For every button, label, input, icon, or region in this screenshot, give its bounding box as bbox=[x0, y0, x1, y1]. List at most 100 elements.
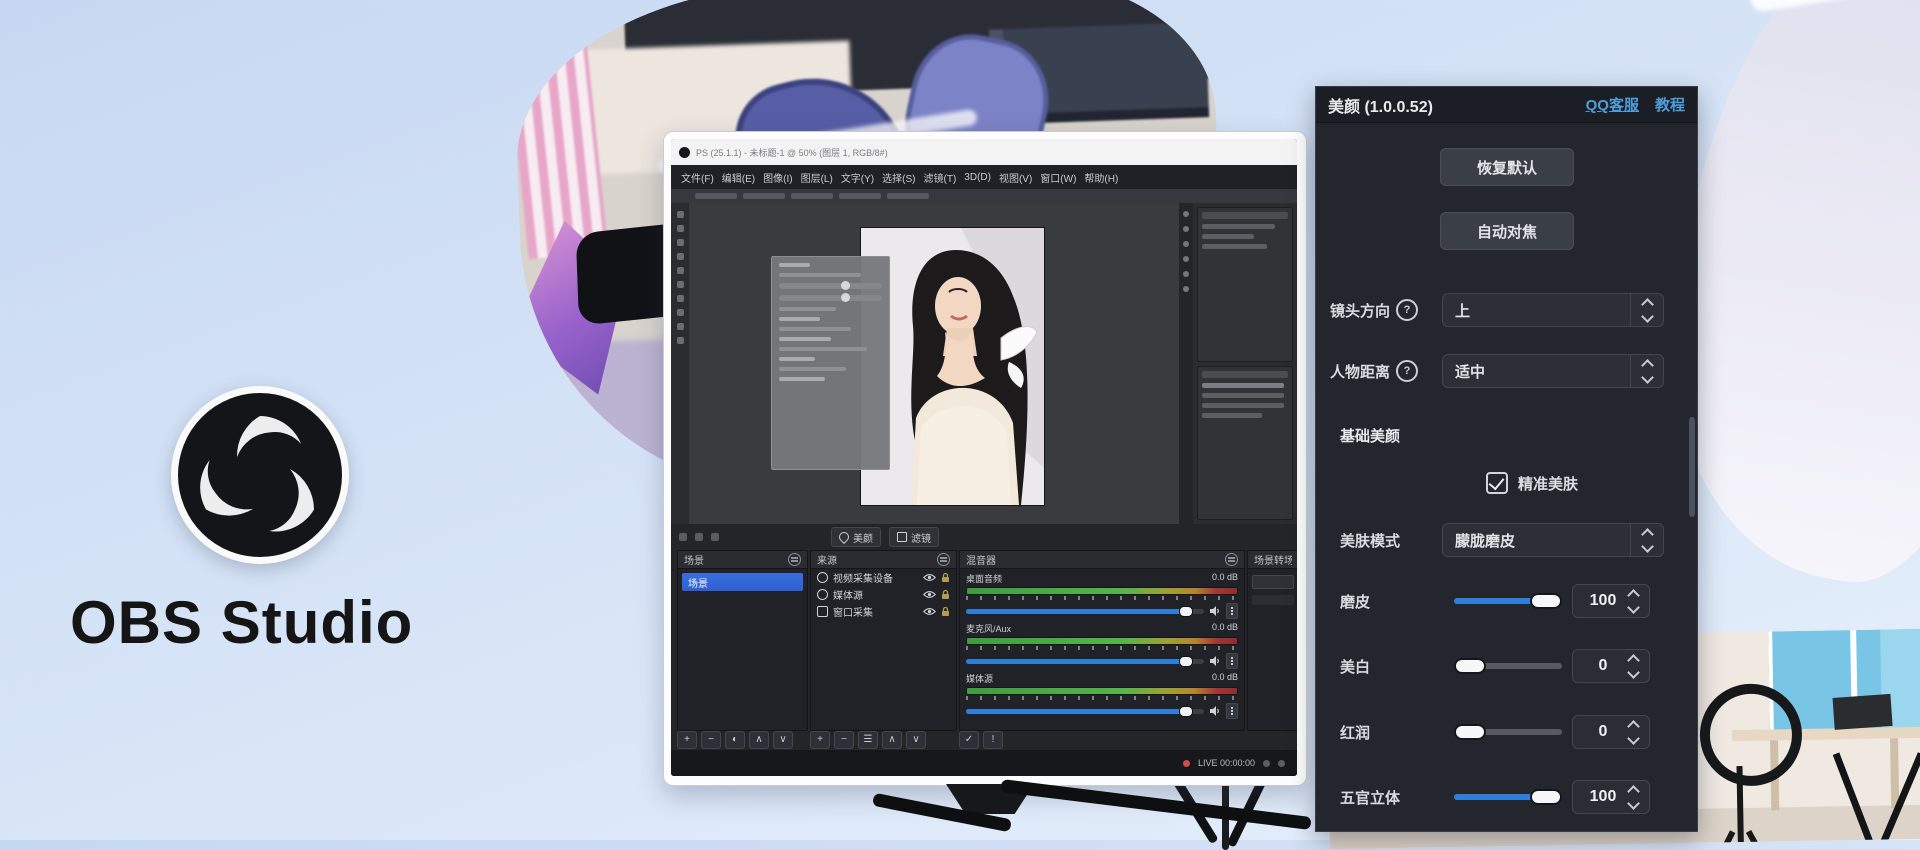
add-scene-button[interactable]: + bbox=[677, 731, 697, 749]
lock-icon[interactable] bbox=[941, 572, 950, 583]
speaker-icon[interactable] bbox=[1209, 705, 1221, 717]
remove-source-button[interactable]: − bbox=[834, 731, 854, 749]
volume-slider[interactable] bbox=[966, 609, 1204, 614]
menu-view[interactable]: 视图(V) bbox=[999, 170, 1032, 185]
photoshop-floating-panel[interactable] bbox=[771, 256, 890, 470]
person-distance-select[interactable]: 适中 bbox=[1442, 354, 1664, 388]
skin-mode-select[interactable]: 朦胧磨皮 bbox=[1442, 523, 1664, 557]
menu-select[interactable]: 选择(S) bbox=[882, 170, 915, 185]
photoshop-toolbar[interactable] bbox=[671, 203, 689, 524]
stepper-icons[interactable] bbox=[1621, 784, 1645, 811]
menu-help[interactable]: 帮助(H) bbox=[1084, 170, 1118, 185]
tool-icon[interactable] bbox=[677, 239, 684, 246]
panel-icon[interactable] bbox=[1183, 211, 1189, 217]
mixer-alert-button[interactable]: ! bbox=[983, 731, 1003, 749]
restore-default-button[interactable]: 恢复默认 bbox=[1440, 148, 1574, 186]
panel-icon[interactable] bbox=[1183, 286, 1189, 292]
panel-icon[interactable] bbox=[1183, 256, 1189, 262]
tutorial-link[interactable]: 教程 bbox=[1655, 94, 1685, 115]
layer-row[interactable] bbox=[1202, 403, 1284, 408]
tool-icon[interactable] bbox=[677, 281, 684, 288]
layers-panel[interactable] bbox=[1197, 366, 1293, 521]
mixer-settings-button[interactable]: ✓ bbox=[959, 731, 979, 749]
whitening-slider[interactable] bbox=[1454, 658, 1562, 674]
face-3d-slider[interactable] bbox=[1454, 789, 1562, 805]
menu-image[interactable]: 图像(I) bbox=[763, 170, 792, 185]
help-icon[interactable]: ? bbox=[1396, 360, 1418, 382]
eye-icon[interactable] bbox=[923, 607, 936, 616]
menu-layer[interactable]: 图层(L) bbox=[801, 170, 833, 185]
eye-icon[interactable] bbox=[923, 573, 936, 582]
stepper-icons[interactable] bbox=[1621, 653, 1645, 680]
face-3d-value-box[interactable]: 100 bbox=[1572, 780, 1650, 814]
eye-icon[interactable] bbox=[923, 590, 936, 599]
tool-icon[interactable] bbox=[677, 295, 684, 302]
panel-icon[interactable] bbox=[1183, 241, 1189, 247]
volume-slider[interactable] bbox=[966, 709, 1204, 714]
stepper-icons[interactable] bbox=[1621, 588, 1645, 615]
layer-row[interactable] bbox=[1202, 383, 1284, 388]
source-item[interactable]: 窗口采集 bbox=[811, 603, 956, 620]
panel-menu-icon[interactable] bbox=[788, 553, 801, 566]
menu-file[interactable]: 文件(F) bbox=[681, 170, 714, 185]
move-scene-up-button[interactable]: ∧ bbox=[749, 731, 769, 749]
menu-3d[interactable]: 3D(D) bbox=[964, 172, 991, 183]
channel-options-icon[interactable] bbox=[1226, 653, 1238, 669]
dock-icon[interactable] bbox=[679, 533, 687, 541]
transition-row[interactable] bbox=[1252, 595, 1294, 605]
dock-icon[interactable] bbox=[695, 533, 703, 541]
panel-slider[interactable] bbox=[779, 295, 882, 301]
menu-type[interactable]: 文字(Y) bbox=[841, 170, 874, 185]
transition-select[interactable] bbox=[1252, 575, 1294, 589]
chevron-up-down-icon[interactable] bbox=[1630, 355, 1663, 387]
source-properties-button[interactable]: ☰ bbox=[858, 731, 878, 749]
chevron-up-down-icon[interactable] bbox=[1630, 524, 1663, 556]
panel-menu-icon[interactable] bbox=[1225, 553, 1238, 566]
source-item[interactable]: 媒体源 bbox=[811, 586, 956, 603]
stepper-icons[interactable] bbox=[1621, 719, 1645, 746]
smoothing-value-box[interactable]: 100 bbox=[1572, 584, 1650, 618]
whitening-value-box[interactable]: 0 bbox=[1572, 649, 1650, 683]
source-item[interactable]: 视频采集设备 bbox=[811, 569, 956, 586]
chevron-up-down-icon[interactable] bbox=[1630, 294, 1663, 326]
tool-icon[interactable] bbox=[677, 323, 684, 330]
tool-icon[interactable] bbox=[677, 253, 684, 260]
move-source-up-button[interactable]: ∧ bbox=[882, 731, 902, 749]
photoshop-titlebar[interactable]: PS (25.1.1) - 未标题-1 @ 50% (图层 1, RGB/8#) bbox=[671, 139, 1297, 165]
volume-slider[interactable] bbox=[966, 659, 1204, 664]
scene-item-selected[interactable]: 场景 bbox=[682, 573, 803, 591]
layer-row[interactable] bbox=[1202, 413, 1262, 418]
tool-icon[interactable] bbox=[677, 225, 684, 232]
smoothing-slider[interactable] bbox=[1454, 593, 1562, 609]
layer-row[interactable] bbox=[1202, 393, 1284, 398]
panel-icon[interactable] bbox=[1183, 271, 1189, 277]
menu-edit[interactable]: 编辑(E) bbox=[722, 170, 755, 185]
tool-icon[interactable] bbox=[677, 211, 684, 218]
speaker-icon[interactable] bbox=[1209, 655, 1221, 667]
move-source-down-button[interactable]: ∨ bbox=[906, 731, 926, 749]
panel-slider[interactable] bbox=[779, 283, 882, 289]
scene-filters-button[interactable]: ◐ bbox=[725, 731, 745, 749]
help-icon[interactable]: ? bbox=[1396, 299, 1418, 321]
precise-skin-checkbox[interactable] bbox=[1486, 472, 1508, 494]
camera-direction-select[interactable]: 上 bbox=[1442, 293, 1664, 327]
panel-menu-icon[interactable] bbox=[937, 553, 950, 566]
tool-icon[interactable] bbox=[677, 267, 684, 274]
beauty-chip-button[interactable]: 美颜 bbox=[831, 527, 881, 547]
lock-icon[interactable] bbox=[941, 606, 950, 617]
channel-options-icon[interactable] bbox=[1226, 703, 1238, 719]
rosy-value-box[interactable]: 0 bbox=[1572, 715, 1650, 749]
remove-scene-button[interactable]: − bbox=[701, 731, 721, 749]
panel-icon[interactable] bbox=[1183, 226, 1189, 232]
qq-support-link[interactable]: QQ客服 bbox=[1586, 94, 1639, 115]
menu-filter[interactable]: 滤镜(T) bbox=[924, 170, 957, 185]
panel-icon-strip[interactable] bbox=[1179, 203, 1193, 524]
rosy-slider[interactable] bbox=[1454, 724, 1562, 740]
filter-chip-button[interactable]: 滤镜 bbox=[889, 527, 939, 547]
tool-icon[interactable] bbox=[677, 309, 684, 316]
adjustments-panel[interactable] bbox=[1197, 207, 1293, 362]
auto-focus-button[interactable]: 自动对焦 bbox=[1440, 212, 1574, 250]
panel-scrollbar[interactable] bbox=[1689, 417, 1695, 517]
dock-icon[interactable] bbox=[711, 533, 719, 541]
channel-options-icon[interactable] bbox=[1226, 603, 1238, 619]
